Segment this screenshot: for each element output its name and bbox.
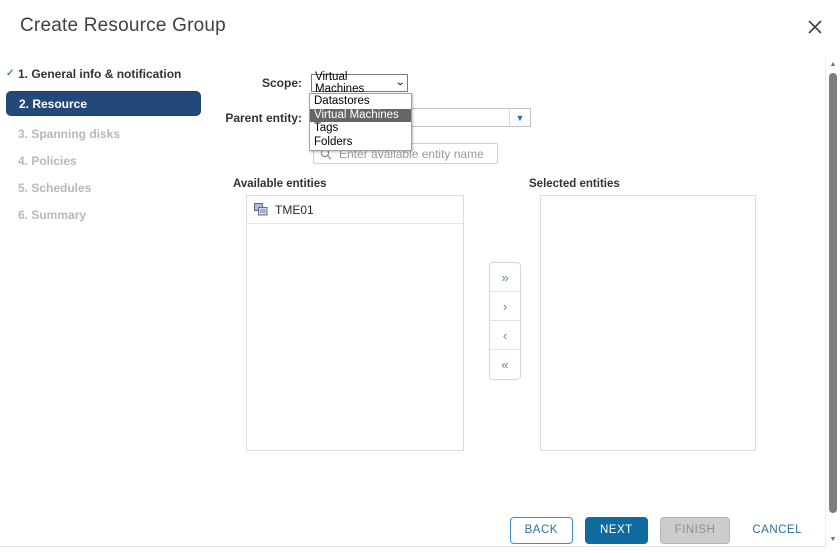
remove-all-button[interactable]: «: [490, 350, 520, 379]
wizard-steps: ✓ 1. General info & notification 2. Reso…: [0, 64, 210, 232]
step-label: 2. Resource: [19, 97, 87, 111]
sidebar-item-policies[interactable]: 4. Policies: [0, 151, 210, 170]
step-label: 3. Spanning disks: [18, 127, 120, 141]
scope-label: Scope:: [182, 76, 302, 90]
step-label: 4. Policies: [18, 154, 77, 168]
page-title: Create Resource Group: [20, 15, 226, 37]
sidebar-item-general-info[interactable]: ✓ 1. General info & notification: [0, 64, 210, 83]
scope-option-tags[interactable]: Tags: [310, 122, 411, 136]
chevron-down-icon: ▼: [510, 109, 530, 126]
add-all-button[interactable]: »: [490, 263, 520, 292]
next-button[interactable]: NEXT: [585, 517, 648, 544]
create-resource-group-dialog: Create Resource Group ✓ 1. General info …: [0, 0, 840, 553]
scrollbar-thumb[interactable]: [829, 73, 837, 513]
back-button[interactable]: BACK: [510, 517, 573, 544]
sidebar-item-resource[interactable]: 2. Resource: [6, 91, 201, 116]
scope-option-virtual-machines[interactable]: Virtual Machines: [310, 109, 411, 123]
available-entities-label: Available entities: [233, 178, 327, 190]
remove-button[interactable]: ‹: [490, 321, 520, 350]
scope-option-folders[interactable]: Folders: [310, 136, 411, 150]
step-label: 1. General info & notification: [18, 67, 181, 81]
scope-option-datastores[interactable]: Datastores: [310, 95, 411, 109]
scope-row: Scope: Virtual Machines ⌄: [182, 74, 412, 92]
check-icon: ✓: [6, 69, 14, 79]
close-icon[interactable]: [806, 18, 824, 36]
scroll-up-icon[interactable]: ▲: [826, 57, 840, 71]
step-label: 6. Summary: [18, 208, 86, 222]
scroll-down-icon[interactable]: ▼: [826, 532, 840, 546]
finish-button: FINISH: [660, 517, 731, 544]
transfer-buttons: » › ‹ «: [489, 262, 521, 380]
sidebar-item-schedules[interactable]: 5. Schedules: [0, 178, 210, 197]
dialog-title-bar: Create Resource Group: [0, 0, 840, 52]
cancel-button[interactable]: CANCEL: [746, 517, 808, 544]
available-entities-panel[interactable]: TME01: [246, 195, 464, 451]
virtual-machine-icon: [254, 203, 268, 216]
chevron-down-icon: ⌄: [395, 78, 405, 88]
list-item[interactable]: TME01: [247, 196, 463, 224]
sidebar-item-spanning-disks[interactable]: 3. Spanning disks: [0, 124, 210, 143]
entity-name: TME01: [275, 203, 314, 217]
selected-entities-panel[interactable]: [540, 195, 756, 451]
parent-entity-label: Parent entity:: [182, 111, 302, 125]
scope-select[interactable]: Virtual Machines ⌄: [311, 74, 408, 92]
scope-dropdown-list[interactable]: Datastores Virtual Machines Tags Folders: [309, 93, 412, 151]
scope-select-value: Virtual Machines: [315, 71, 396, 95]
selected-entities-label: Selected entities: [529, 178, 620, 190]
dialog-footer: BACK NEXT FINISH CANCEL: [0, 515, 826, 545]
vertical-scrollbar[interactable]: ▲ ▼: [825, 57, 840, 546]
step-label: 5. Schedules: [18, 181, 91, 195]
footer-divider: [0, 546, 826, 547]
sidebar-item-summary[interactable]: 6. Summary: [0, 205, 210, 224]
add-button[interactable]: ›: [490, 292, 520, 321]
